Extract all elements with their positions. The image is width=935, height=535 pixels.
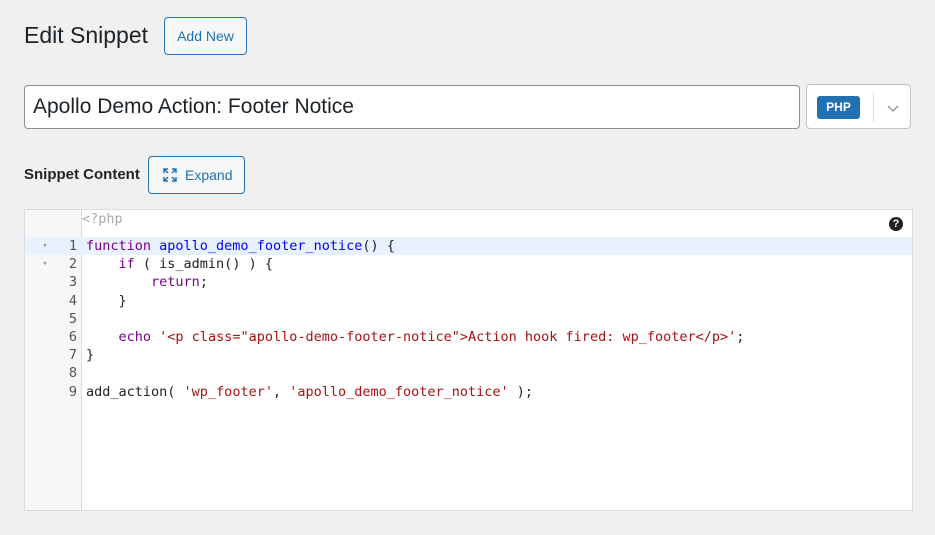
line-number: 5 — [68, 310, 77, 327]
code-line-text: echo '<p class="apollo-demo-footer-notic… — [86, 328, 745, 346]
snippet-title-input[interactable] — [24, 85, 800, 129]
line-number: 3 — [68, 274, 77, 291]
expand-button[interactable]: Expand — [148, 156, 245, 194]
line-number: 6 — [68, 329, 77, 345]
language-select-divider — [873, 93, 874, 122]
code-line-text: function apollo_demo_footer_notice() { — [86, 237, 395, 255]
code-token: () { — [362, 238, 395, 254]
language-badge: PHP — [817, 96, 860, 119]
code-token: ; — [736, 329, 745, 345]
code-line-row[interactable]: ▾ 1 function apollo_demo_footer_notice() { — [25, 237, 912, 255]
code-line-row[interactable]: 6 echo '<p class="apollo-demo-footer-not… — [25, 328, 912, 346]
add-new-button[interactable]: Add New — [164, 17, 247, 55]
expand-button-label: Expand — [185, 167, 233, 183]
fold-arrow-icon[interactable]: ▾ — [40, 237, 50, 255]
line-number: 8 — [68, 365, 77, 382]
code-line-text: add_action( 'wp_footer', 'apollo_demo_fo… — [86, 383, 533, 401]
code-token: ; — [199, 274, 208, 291]
code-line-row[interactable]: ▾ 2 if ( is_admin() ) { — [25, 255, 912, 273]
code-token: apollo_demo_footer_notice — [159, 238, 363, 254]
code-line-text: } — [86, 346, 94, 364]
line-number: 7 — [68, 347, 77, 364]
code-token: ); — [508, 383, 534, 400]
chevron-down-icon[interactable] — [886, 101, 900, 115]
code-token: '<p class="apollo-demo-footer-notice">Ac… — [159, 329, 737, 345]
php-open-tag-placeholder: <?php — [82, 211, 123, 227]
code-line-row[interactable]: 9 add_action( 'wp_footer', 'apollo_demo_f… — [25, 383, 912, 401]
code-token: 'apollo_demo_footer_notice' — [289, 383, 509, 400]
line-number: 4 — [68, 292, 77, 309]
line-number: 1 — [68, 238, 77, 254]
code-token: } — [86, 292, 127, 309]
code-token: } — [86, 347, 95, 364]
code-editor[interactable]: <?php ? ▾ 1 function apollo_demo_footer_no… — [24, 209, 913, 511]
code-token: function — [86, 238, 160, 254]
line-number: 9 — [68, 383, 77, 400]
page-title: Edit Snippet — [24, 22, 149, 48]
code-token: 'wp_footer' — [183, 383, 273, 400]
code-line-row[interactable]: 5 — [25, 310, 912, 328]
code-token: return — [151, 274, 200, 291]
expand-arrows-icon — [163, 168, 177, 182]
language-select[interactable]: PHP — [806, 84, 911, 129]
code-token: , — [272, 383, 290, 400]
code-token: ( is_admin() ) { — [134, 256, 273, 273]
line-number: 2 — [68, 256, 77, 273]
code-token: if — [118, 256, 135, 273]
code-line-row[interactable]: 8 — [25, 364, 912, 382]
code-line-text: if ( is_admin() ) { — [86, 255, 273, 273]
code-line-text: return; — [86, 273, 208, 291]
snippet-content-label: Snippet Content — [24, 166, 140, 183]
code-line-row[interactable]: 4 } — [25, 292, 912, 310]
code-token: add_action( — [86, 383, 184, 400]
code-token: echo — [118, 329, 152, 345]
code-line-row[interactable]: 3 return; — [25, 273, 912, 291]
code-line-row[interactable]: 7} — [25, 346, 912, 364]
code-line-text: } — [86, 292, 127, 310]
fold-arrow-icon[interactable]: ▾ — [40, 255, 50, 273]
help-icon[interactable]: ? — [889, 217, 903, 231]
